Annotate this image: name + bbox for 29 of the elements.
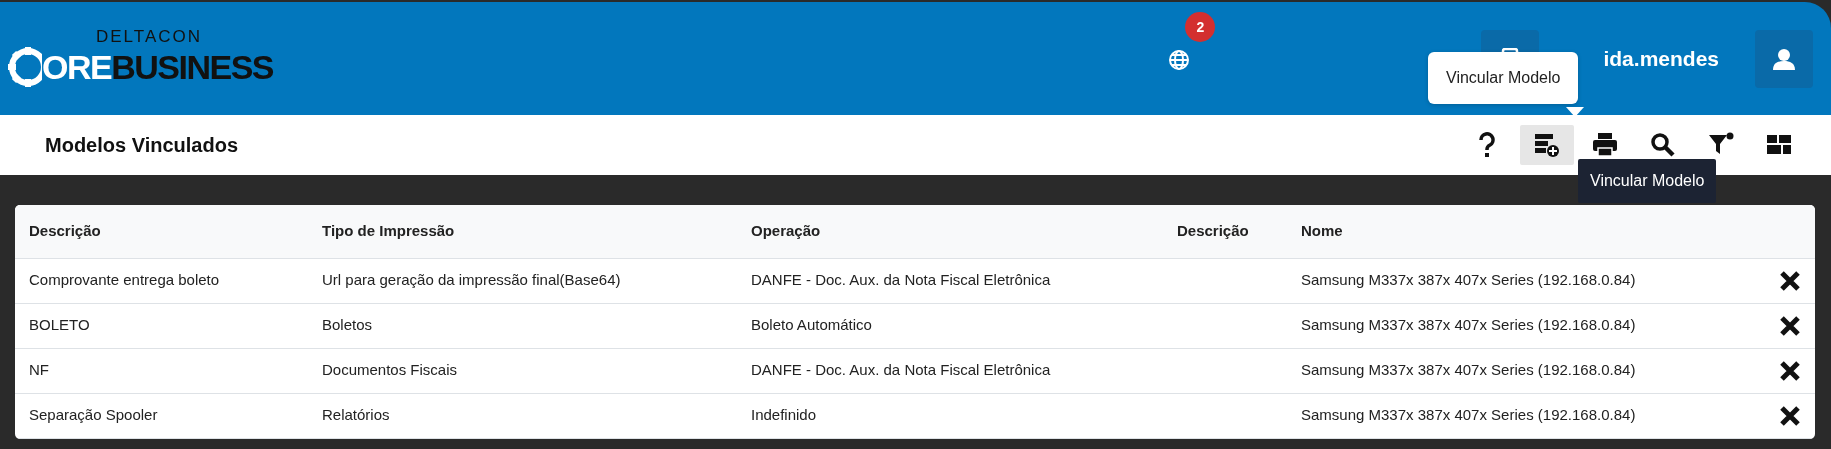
table-cell: Samsung M337x 387x 407x Series (192.168.0.84)	[1287, 393, 1745, 439]
table-cell: Url para geração da impressão final(Base64)	[308, 258, 737, 304]
table-cell: Comprovante entrega boleto	[15, 258, 308, 304]
user-name: ida.mendes	[1603, 45, 1719, 72]
column-header: Operação	[737, 205, 1163, 258]
column-header: Descrição	[1163, 205, 1287, 258]
table-cell: NF	[15, 348, 308, 394]
tooltip: Vincular Modelo	[1578, 159, 1717, 203]
column-header: Tipo de Impressão	[308, 205, 737, 258]
popover: Vincular Modelo	[1428, 52, 1579, 104]
column-header: Nome	[1287, 205, 1745, 258]
table-cell: BOLETO	[15, 303, 308, 349]
page-title: Modelos Vinculados	[45, 133, 238, 158]
table-cell: Samsung M337x 387x 407x Series (192.168.0.84)	[1287, 348, 1745, 394]
table-cell: Documentos Fiscais	[308, 348, 737, 394]
table-cell: DANFE - Doc. Aux. da Nota Fiscal Eletrônica	[737, 258, 1163, 304]
table-cell: Boleto Automático	[737, 303, 1163, 349]
table-cell: Separação Spooler	[15, 393, 308, 439]
logo-text: ORE	[42, 50, 112, 84]
column-header: Descrição	[15, 205, 308, 258]
logo-text: BUSINESS	[111, 50, 273, 84]
logo-text: DELTACON	[96, 28, 204, 45]
notification-badge: 2	[1185, 12, 1216, 43]
table-cell: Samsung M337x 387x 407x Series (192.168.0.84)	[1287, 258, 1745, 304]
table-cell: DANFE - Doc. Aux. da Nota Fiscal Eletrônica	[737, 348, 1163, 394]
table-cell: Relatórios	[308, 393, 737, 439]
table-cell: Samsung M337x 387x 407x Series (192.168.0.84)	[1287, 303, 1745, 349]
table-cell: Indefinido	[737, 393, 1163, 439]
table-cell: Boletos	[308, 303, 737, 349]
